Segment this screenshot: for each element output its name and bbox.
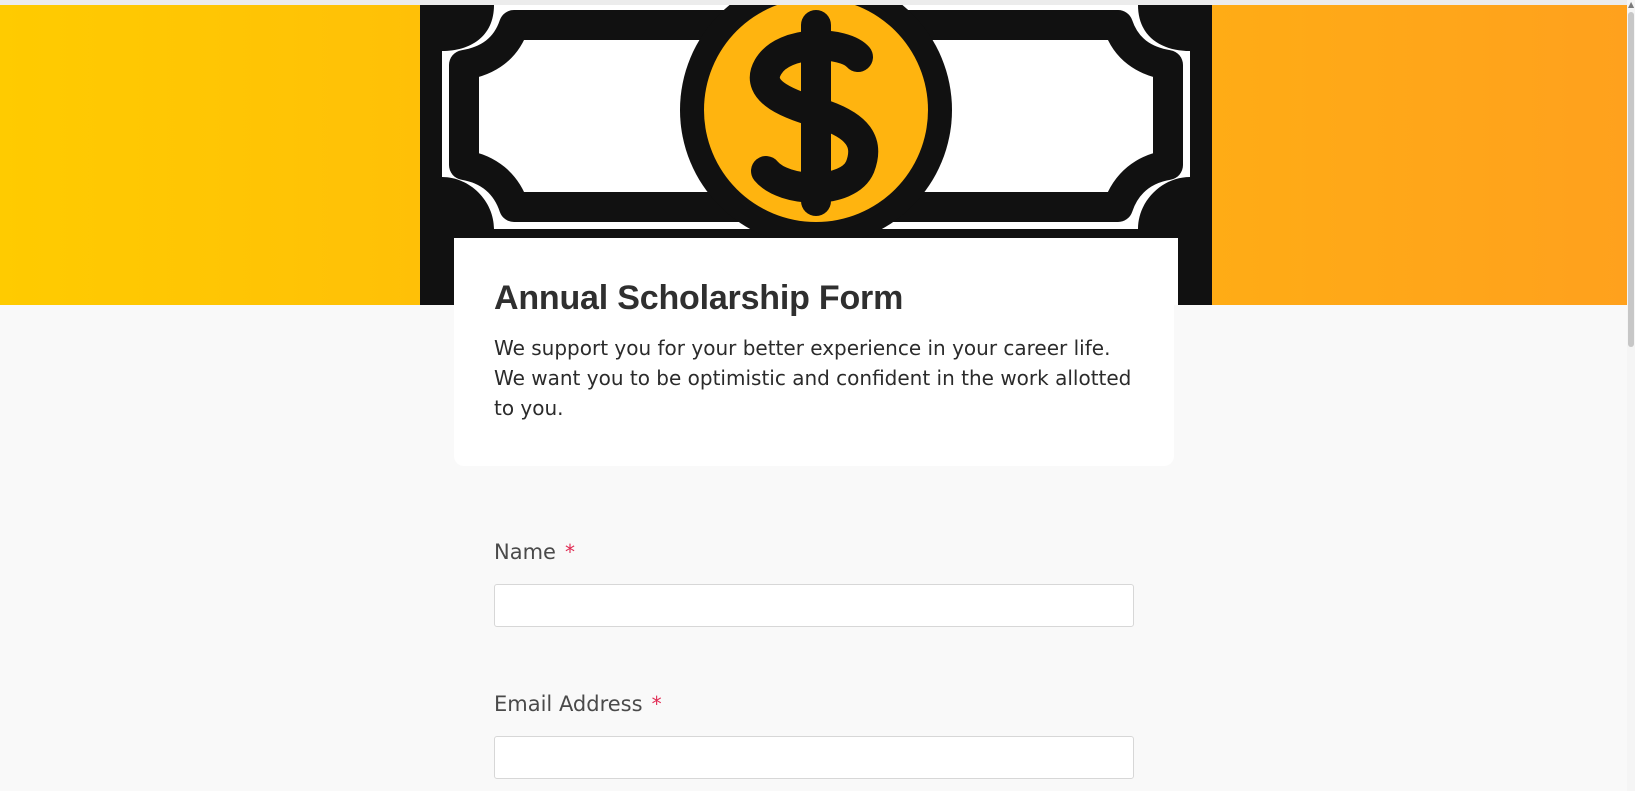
form-description: We support you for your better experienc… <box>494 336 1132 420</box>
email-field-group: Email Address * <box>494 690 1134 779</box>
form-page: Annual Scholarship Form We support you f… <box>0 0 1635 791</box>
name-input[interactable] <box>494 584 1134 627</box>
form-title: Annual Scholarship Form <box>494 279 904 317</box>
vertical-scrollbar[interactable]: ▲ <box>1627 0 1635 791</box>
form-intro-card: Annual Scholarship Form We support you f… <box>454 241 1174 466</box>
email-label-row: Email Address * <box>494 690 1134 718</box>
name-label-row: Name * <box>494 538 1134 566</box>
name-required-mark: * <box>564 540 575 564</box>
scrollbar-thumb[interactable] <box>1628 12 1634 347</box>
email-required-mark: * <box>651 692 662 716</box>
name-field-group: Name * <box>494 538 1134 627</box>
email-input[interactable] <box>494 736 1134 779</box>
name-label: Name <box>494 540 556 564</box>
scroll-up-icon[interactable]: ▲ <box>1628 0 1634 10</box>
email-label: Email Address <box>494 692 643 716</box>
